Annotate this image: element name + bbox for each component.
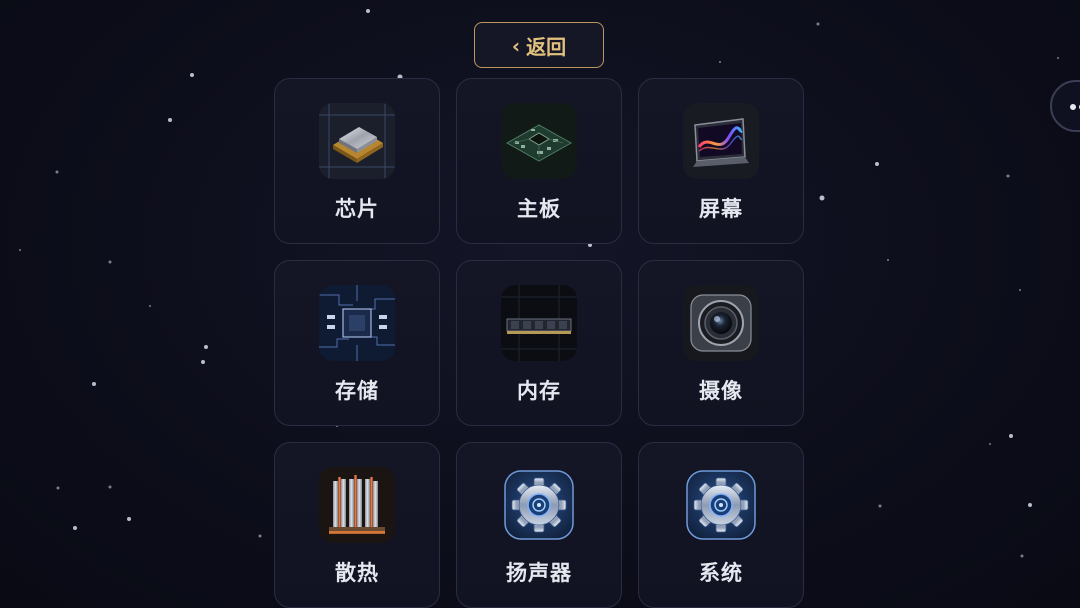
star (19, 249, 21, 251)
screen-icon (683, 103, 759, 179)
card-label: 摄像 (699, 379, 743, 403)
star (73, 526, 77, 530)
star (819, 195, 825, 201)
card-memory[interactable]: 内存 (456, 260, 622, 426)
gear-icon (501, 467, 577, 543)
star (201, 360, 205, 364)
category-grid: 芯片 主板 屏幕 存储 内存 摄像 散热 扬声器 系统 (274, 78, 804, 608)
motherboard-icon (501, 103, 577, 179)
star (1009, 434, 1013, 438)
heatsink-icon (319, 467, 395, 543)
storage-circuit-icon (319, 285, 395, 361)
card-label: 系统 (699, 561, 743, 585)
star (108, 260, 112, 264)
card-label: 屏幕 (699, 197, 743, 221)
card-motherboard[interactable]: 主板 (456, 78, 622, 244)
gear-icon (683, 467, 759, 543)
star (1020, 554, 1024, 558)
star (108, 485, 112, 489)
star (190, 73, 194, 77)
card-label: 主板 (517, 197, 561, 221)
star (887, 259, 889, 261)
camera-lens-icon (683, 285, 759, 361)
star (366, 9, 370, 13)
memory-ram-icon (501, 285, 577, 361)
back-button-label: 返回 (526, 34, 567, 59)
card-label: 存储 (335, 379, 379, 403)
card-camera[interactable]: 摄像 (638, 260, 804, 426)
star (989, 443, 991, 445)
star (55, 170, 59, 174)
star (92, 382, 96, 386)
cpu-chip-icon (319, 103, 395, 179)
card-label: 扬声器 (506, 561, 572, 585)
star (127, 517, 131, 521)
star (1028, 503, 1032, 507)
card-screen[interactable]: 屏幕 (638, 78, 804, 244)
card-label: 芯片 (335, 197, 379, 221)
star (1057, 57, 1059, 59)
star (1006, 174, 1010, 178)
floating-menu-button[interactable] (1050, 80, 1080, 132)
back-button[interactable]: ‹ 返回 (474, 22, 604, 68)
card-system[interactable]: 系统 (638, 442, 804, 608)
card-chip[interactable]: 芯片 (274, 78, 440, 244)
card-label: 内存 (517, 379, 561, 403)
star (56, 486, 60, 490)
star (875, 162, 879, 166)
chevron-left-icon: ‹ (511, 34, 521, 58)
card-cooling[interactable]: 散热 (274, 442, 440, 608)
card-storage[interactable]: 存储 (274, 260, 440, 426)
star (149, 305, 151, 307)
menu-dot (1070, 104, 1076, 110)
star (168, 118, 172, 122)
card-label: 散热 (335, 561, 379, 585)
star (204, 345, 208, 349)
star (878, 504, 882, 508)
card-speaker[interactable]: 扬声器 (456, 442, 622, 608)
star (719, 61, 721, 63)
app-screen: ‹ 返回 芯片 主板 屏幕 存储 内存 摄像 散热 扬声器 系统 (0, 0, 1080, 608)
star (258, 534, 262, 538)
star (816, 22, 820, 26)
star (1019, 289, 1021, 291)
